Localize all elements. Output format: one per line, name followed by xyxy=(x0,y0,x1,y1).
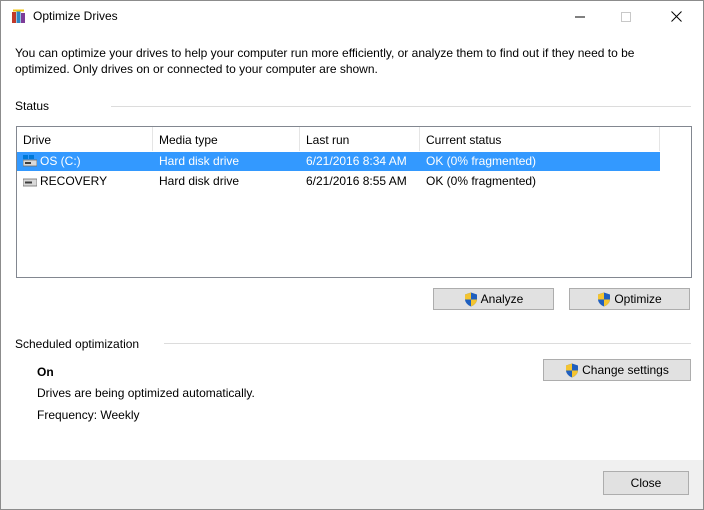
intro-text: You can optimize your drives to help you… xyxy=(15,46,635,76)
optimize-button-label: Optimize xyxy=(614,292,662,306)
drive-current-status: OK (0% fragmented) xyxy=(426,174,537,188)
drive-name: OS (C:) xyxy=(40,154,81,168)
optimize-button[interactable]: Optimize xyxy=(569,288,690,310)
title-bar[interactable]: Optimize Drives xyxy=(1,1,703,32)
status-divider xyxy=(111,106,691,107)
column-current-status[interactable]: Current status xyxy=(420,127,660,151)
drive-name: RECOVERY xyxy=(40,174,108,188)
uac-shield-icon xyxy=(598,292,611,306)
column-last-run[interactable]: Last run xyxy=(300,127,420,151)
uac-shield-icon xyxy=(566,363,579,377)
scheduled-optimization-label: Scheduled optimization xyxy=(15,337,140,351)
drive-icon xyxy=(23,178,37,187)
dialog-footer: Close xyxy=(1,460,703,509)
change-settings-label: Change settings xyxy=(582,363,669,377)
analyze-button-label: Analyze xyxy=(480,292,524,306)
column-drive[interactable]: Drive xyxy=(17,127,153,151)
change-settings-button[interactable]: Change settings xyxy=(543,359,691,381)
close-window-button[interactable] xyxy=(653,1,699,32)
close-button-label: Close xyxy=(630,476,662,490)
column-media-type[interactable]: Media type xyxy=(153,127,300,151)
analyze-button[interactable]: Analyze xyxy=(433,288,554,310)
minimize-icon xyxy=(575,16,585,17)
window-title: Optimize Drives xyxy=(33,9,118,23)
close-button[interactable]: Close xyxy=(603,471,689,495)
table-row[interactable]: OS (C:) Hard disk drive 6/21/2016 8:34 A… xyxy=(17,152,660,171)
optimize-drives-window: Optimize Drives You can optimize your dr… xyxy=(0,0,704,510)
maximize-icon xyxy=(621,11,631,22)
drive-last-run: 6/21/2016 8:34 AM xyxy=(306,154,407,168)
scheduled-divider xyxy=(164,343,691,344)
drive-list-header: Drive Media type Last run Current status xyxy=(17,127,691,151)
drive-list[interactable]: Drive Media type Last run Current status… xyxy=(16,126,692,278)
maximize-button[interactable] xyxy=(603,1,649,32)
drive-media-type: Hard disk drive xyxy=(159,174,240,188)
uac-shield-icon xyxy=(464,292,477,306)
windows-drive-icon xyxy=(23,155,37,167)
table-row[interactable]: RECOVERY Hard disk drive 6/21/2016 8:55 … xyxy=(17,172,660,191)
drive-current-status: OK (0% fragmented) xyxy=(426,154,537,168)
schedule-description: Drives are being optimized automatically… xyxy=(37,386,255,400)
schedule-frequency: Frequency: Weekly xyxy=(37,408,140,422)
minimize-button[interactable] xyxy=(557,1,603,32)
schedule-state: On xyxy=(37,365,54,379)
close-icon xyxy=(670,11,682,22)
drive-media-type: Hard disk drive xyxy=(159,154,240,168)
status-label: Status xyxy=(15,99,50,113)
defrag-app-icon xyxy=(12,9,25,23)
drive-last-run: 6/21/2016 8:55 AM xyxy=(306,174,407,188)
